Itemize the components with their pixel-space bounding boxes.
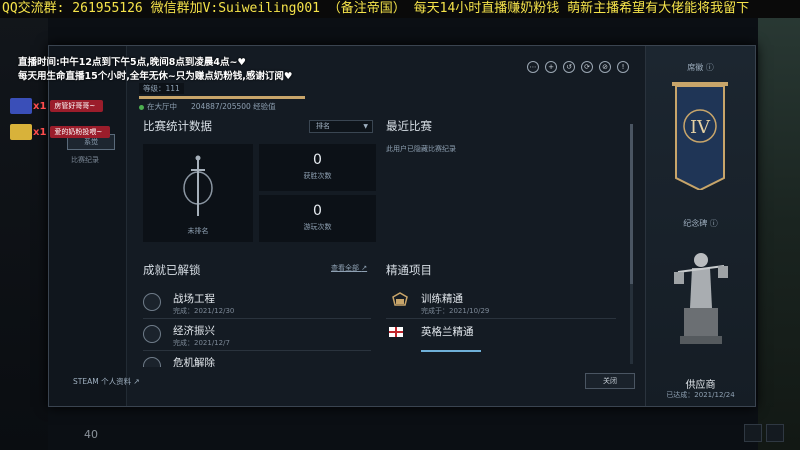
resource-hud: 40 (48, 420, 168, 446)
add-friend-icon[interactable]: + (545, 61, 557, 73)
gift-notification: x1 爱的奶粉投喂~ (10, 124, 111, 140)
match-history-label[interactable]: 比赛纪录 (71, 155, 99, 165)
played-label: 游玩次数 (303, 223, 332, 231)
view-all-achievements-link[interactable]: 查看全部 ↗ (331, 263, 367, 273)
rank-tier-text: IV (690, 117, 711, 138)
memorial-statue-icon (674, 253, 728, 344)
achievement-item[interactable]: 战场工程 完成：2021/12/30 (143, 289, 371, 319)
player-profile-dialog: 系觉 比赛纪录 等级：111 在大厅中 204887/205500 经验值 ⋯ … (48, 45, 756, 407)
stats-filter-value: 排名 (316, 122, 330, 130)
level-label: 等级：111 (139, 83, 184, 94)
status-row: 在大厅中 204887/205500 经验值 (139, 101, 276, 112)
xp-bar-fill (139, 96, 305, 99)
game-background-right (758, 0, 800, 450)
statue-date: 已达成：2021/12/24 (666, 391, 735, 399)
mastery-title: 精通项目 (386, 263, 432, 277)
block-icon[interactable]: ⊘ (599, 61, 611, 73)
steam-link-label: STEAM 个人资料 (73, 377, 132, 386)
content-scrollbar[interactable] (630, 124, 633, 364)
recent-matches-empty: 此用户已隐藏比赛纪录 (386, 145, 456, 153)
hud-button[interactable] (744, 424, 762, 442)
gift-icon (10, 98, 32, 114)
england-flag-icon (389, 327, 403, 337)
status-indicator: 在大厅中 (139, 101, 177, 112)
recent-matches-title: 最近比赛 (386, 119, 432, 133)
scrollbar-thumb[interactable] (630, 124, 633, 284)
mastery-item[interactable]: 训练精通 完成于：2021/10/29 (386, 289, 616, 319)
achievement-date: 完成：2021/12/30 (173, 307, 235, 315)
gift-notification: x1 房管好哥哥~ (10, 98, 104, 114)
chevron-down-icon: ▼ (363, 123, 368, 130)
gift-text: 爱的奶粉投喂~ (50, 126, 111, 138)
mastery-item-date: 完成于：2021/10/29 (421, 307, 490, 315)
chat-icon[interactable]: ⋯ (527, 61, 539, 73)
info-icon[interactable]: ⓘ (706, 63, 714, 72)
gift-text: 房管好哥哥~ (50, 100, 104, 112)
xp-bar (139, 96, 305, 99)
rank-title-label: 席徽 (687, 63, 704, 72)
rank-banner-icon: IV (672, 82, 728, 190)
schedule-line: 直播时间:中午12点到下午5点,晚间8点到凌晨4点~♥ (18, 57, 246, 68)
stats-title: 比赛统计数据 (143, 119, 212, 133)
sword-emblem-icon (183, 155, 213, 216)
resource-value: 40 (84, 428, 98, 441)
achievement-title: 战场工程 (173, 293, 215, 305)
schedule-line: 每天用生命直播15个小时,全年无休~只为赚点奶粉钱,感谢订阅♥ (18, 71, 293, 82)
status-text: 在大厅中 (147, 102, 177, 111)
rank-title: 席徽 ⓘ (646, 62, 755, 73)
refresh-icon[interactable]: ⟳ (581, 61, 593, 73)
stream-schedule: 直播时间:中午12点到下午5点,晚间8点到凌晨4点~♥ 每天用生命直播15个小时… (18, 56, 292, 84)
unranked-label: 未排名 (187, 227, 209, 235)
gift-count: x1 (33, 100, 47, 112)
statue-name: 供应商 (685, 380, 716, 391)
laurel-crown-icon (392, 292, 408, 306)
profile-toolbar: ⋯ + ↺ ⟳ ⊘ ! (527, 61, 629, 73)
achievement-title: 危机解除 (173, 357, 215, 367)
rank-panel: 席徽 ⓘ IV 纪念碑 ⓘ 供应商 已达成：2021/12/24 (645, 46, 755, 406)
wins-label: 获胜次数 (303, 172, 332, 180)
rank-stat-card: 未排名 (143, 144, 253, 242)
achievement-title: 经济振兴 (173, 325, 215, 337)
steam-profile-link[interactable]: STEAM 个人资料 ↗ (73, 376, 140, 387)
achievements-title: 成就已解锁 (143, 263, 201, 277)
report-icon[interactable]: ! (617, 61, 629, 73)
memorial-title-label: 纪念碑 (683, 219, 708, 228)
mastery-item[interactable]: 英格兰精通 (389, 322, 481, 352)
online-dot-icon (139, 104, 144, 110)
gift-count: x1 (33, 126, 47, 138)
hud-button[interactable] (766, 424, 784, 442)
gift-icon (10, 124, 32, 140)
close-button[interactable]: 关闭 (585, 373, 635, 389)
view-all-label: 查看全部 (331, 264, 359, 272)
achievement-item[interactable]: 经济振兴 完成：2021/12/7 (143, 321, 371, 351)
mastery-item-title: 训练精通 (421, 293, 463, 305)
xp-text: 204887/205500 经验值 (191, 102, 276, 111)
history-icon[interactable]: ↺ (563, 61, 575, 73)
achievement-badge-icon (143, 293, 161, 311)
played-value: 0 (313, 203, 322, 219)
achievement-badge-icon (143, 357, 161, 367)
memorial-title: 纪念碑 ⓘ (646, 218, 755, 229)
achievement-item[interactable]: 危机解除 (143, 353, 371, 367)
mastery-item-title: 英格兰精通 (421, 326, 474, 338)
achievement-date: 完成：2021/12/7 (173, 339, 230, 347)
achievement-badge-icon (143, 325, 161, 343)
external-link-icon: ↗ (361, 264, 368, 272)
wins-stat-card: 0 获胜次数 (259, 144, 376, 191)
external-link-icon: ↗ (133, 377, 140, 386)
stream-marquee: QQ交流群: 261955126 微信群加V:Suiweiling001 （备注… (0, 0, 800, 18)
info-icon[interactable]: ⓘ (710, 219, 718, 228)
played-stat-card: 0 游玩次数 (259, 195, 376, 242)
stats-filter-dropdown[interactable]: 排名 ▼ (309, 120, 373, 133)
wins-value: 0 (313, 152, 322, 168)
